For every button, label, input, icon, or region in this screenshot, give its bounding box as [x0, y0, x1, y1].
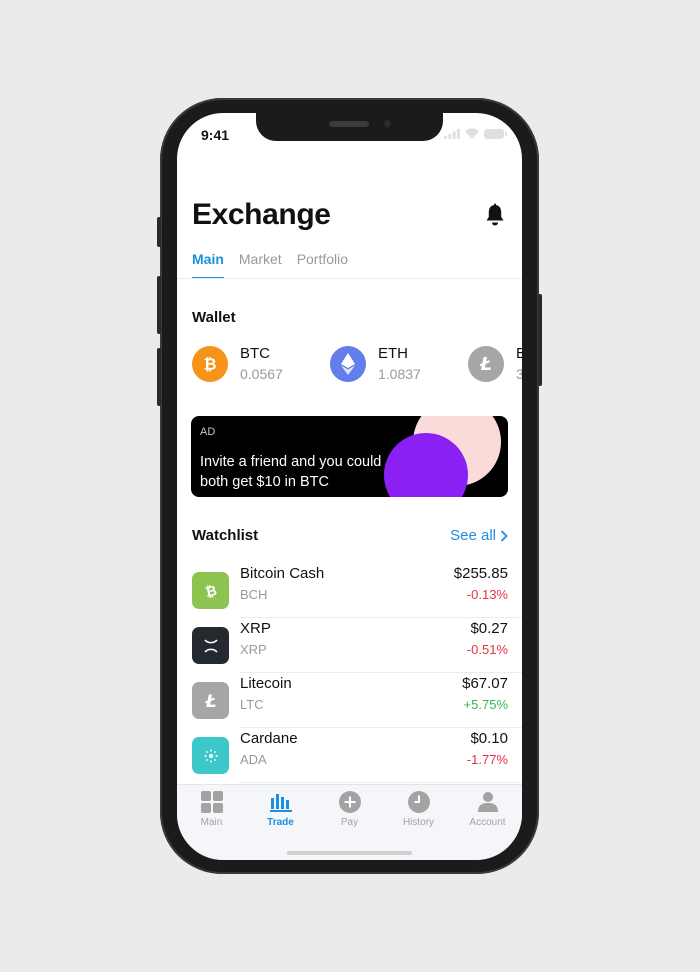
wallet-symbol: BTC [240, 345, 270, 362]
litecoin-icon: Ł [468, 345, 504, 382]
xrp-icon [192, 627, 229, 664]
coin-price: $67.07 [462, 675, 508, 692]
coin-change: +5.75% [463, 697, 508, 712]
home-indicator[interactable] [287, 851, 412, 855]
bitcoin-icon: ₿ [192, 345, 228, 382]
bottom-tab-history[interactable]: History [384, 791, 453, 828]
tabs-divider [177, 278, 522, 279]
ethereum-icon [330, 345, 366, 382]
coin-name: Cardane [240, 730, 298, 747]
bottom-tab-label: Pay [340, 817, 359, 828]
camera [384, 120, 391, 127]
svg-text:Ł: Ł [479, 354, 492, 374]
svg-text:Ł: Ł [204, 692, 216, 711]
bottom-tab-bar: Main Trade Pay History Account [177, 784, 522, 860]
app-screen: 9:41 Exchange Main Market Portfolio Wall… [177, 113, 522, 860]
wallet-amount: 3 [516, 366, 522, 382]
bottom-tab-account[interactable]: Account [453, 791, 522, 828]
tab-portfolio[interactable]: Portfolio [297, 251, 348, 279]
clock-icon [407, 791, 430, 813]
cardano-icon [192, 737, 229, 774]
ad-text: Invite a friend and you could both get $… [200, 454, 382, 490]
wallet-item-eth[interactable]: ETH 1.0837 [330, 345, 468, 382]
grid-icon [200, 791, 223, 813]
tab-market[interactable]: Market [239, 251, 282, 279]
wallet-amount: 0.0567 [240, 366, 283, 382]
page-title: Exchange [192, 198, 331, 231]
litecoin-icon: Ł [192, 682, 229, 719]
volume-down-button [157, 348, 161, 406]
watchlist-row-bch[interactable]: ₿ Bitcoin Cash BCH $255.85 -0.13% [192, 563, 522, 618]
coin-name: Litecoin [240, 675, 292, 692]
bottom-tab-pay[interactable]: Pay [315, 791, 384, 828]
speaker [329, 121, 369, 127]
ad-banner[interactable]: AD Invite a friend and you could both ge… [191, 416, 508, 497]
wallet-title: Wallet [192, 309, 236, 326]
coin-price: $255.85 [453, 565, 508, 582]
watchlist-row-ada[interactable]: Cardane ADA $0.10 -1.77% [192, 728, 522, 783]
battery-icon [484, 128, 507, 139]
status-icons [444, 128, 507, 139]
signal-icon [444, 128, 460, 139]
coin-name: Bitcoin Cash [240, 565, 325, 582]
bottom-tab-label: Main [200, 817, 223, 828]
see-all-link[interactable]: See all [450, 527, 508, 544]
coin-symbol: BCH [240, 587, 268, 602]
power-button [538, 294, 542, 386]
chevron-right-icon [500, 529, 508, 542]
ad-label: AD [200, 426, 216, 438]
tab-bar-top: Main Market Portfolio [192, 251, 348, 279]
notch [256, 113, 443, 141]
watchlist-title: Watchlist [192, 527, 259, 544]
status-time: 9:41 [201, 127, 230, 143]
row-body: Cardane ADA $0.10 -1.77% [240, 728, 522, 783]
watchlist: ₿ Bitcoin Cash BCH $255.85 -0.13% XRP XR… [192, 563, 522, 783]
wallet-item-partial[interactable]: Ł B 3 [468, 345, 522, 382]
svg-text:₿: ₿ [203, 582, 218, 600]
coin-price: $0.27 [470, 620, 508, 637]
bottom-tab-label: Trade [267, 817, 294, 828]
person-icon [477, 792, 498, 812]
wifi-icon [465, 128, 479, 139]
row-body: Bitcoin Cash BCH $255.85 -0.13% [240, 563, 522, 618]
coin-change: -0.13% [466, 587, 508, 602]
coin-symbol: ADA [240, 752, 267, 767]
bar-chart-icon [269, 794, 292, 812]
tab-main[interactable]: Main [192, 251, 224, 279]
coin-change: -1.77% [466, 752, 508, 767]
bottom-tab-main[interactable]: Main [177, 791, 246, 828]
bottom-tab-label: History [402, 817, 435, 828]
coin-name: XRP [240, 620, 271, 637]
wallet-list: ₿ BTC 0.0567 ETH 1.0837 Ł B 3 [192, 345, 522, 382]
bottom-tab-trade[interactable]: Trade [246, 791, 315, 828]
coin-price: $0.10 [470, 730, 508, 747]
see-all-label: See all [450, 527, 496, 544]
wallet-symbol: B [516, 345, 522, 362]
coin-change: -0.51% [466, 642, 508, 657]
coin-symbol: XRP [240, 642, 267, 657]
watchlist-row-ltc[interactable]: Ł Litecoin LTC $67.07 +5.75% [192, 673, 522, 728]
row-body: XRP XRP $0.27 -0.51% [240, 618, 522, 673]
bitcoin-cash-icon: ₿ [192, 572, 229, 609]
bell-icon[interactable] [484, 203, 506, 227]
bottom-tab-label: Account [469, 817, 506, 828]
watchlist-row-xrp[interactable]: XRP XRP $0.27 -0.51% [192, 618, 522, 673]
volume-up-button [157, 276, 161, 334]
svg-text:₿: ₿ [203, 354, 216, 373]
coin-symbol: LTC [240, 697, 264, 712]
silent-switch [157, 217, 161, 247]
wallet-amount: 1.0837 [378, 366, 421, 382]
row-body: Litecoin LTC $67.07 +5.75% [240, 673, 522, 728]
wallet-symbol: ETH [378, 345, 408, 362]
wallet-item-btc[interactable]: ₿ BTC 0.0567 [192, 345, 330, 382]
plus-circle-icon [338, 791, 361, 813]
